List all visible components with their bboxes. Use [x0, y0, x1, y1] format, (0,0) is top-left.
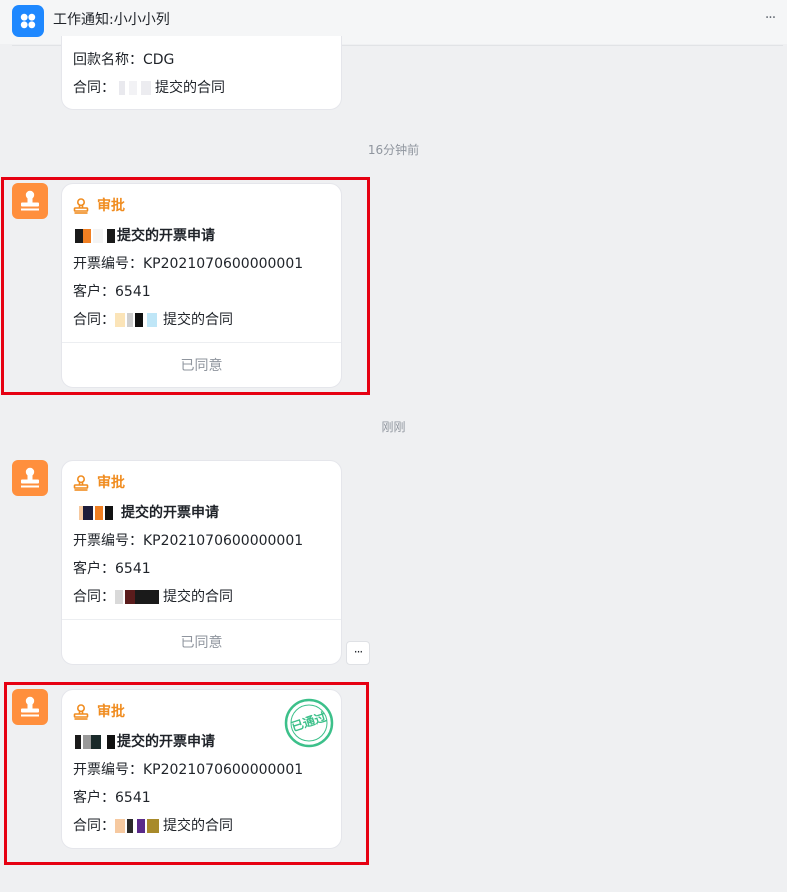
contract-prefix: 合同： — [73, 589, 115, 605]
redacted-name — [73, 506, 121, 520]
approval-tag-label: 审批 — [97, 475, 125, 491]
app-grid-icon[interactable] — [12, 5, 44, 37]
contract-line: 合同： 提交的合同 — [73, 78, 225, 98]
redacted-name — [115, 590, 163, 604]
payment-name: 回款名称：CDG — [73, 52, 175, 68]
request-title-suffix: 提交的开票申请 — [121, 505, 219, 521]
approval-stamp-icon — [21, 467, 39, 488]
redacted-name — [115, 81, 155, 95]
customer: 客户：6541 — [73, 561, 151, 577]
approved-status: 已同意 — [180, 635, 223, 651]
invoice-number: 开票编号：KP2021070600000001 — [73, 533, 304, 549]
contract-suffix: 提交的合同 — [163, 589, 233, 605]
chat-title: 工作通知:小小小列 — [53, 12, 170, 28]
contract-prefix: 合同： — [73, 80, 115, 96]
approval-avatar[interactable] — [12, 460, 48, 496]
stamp-icon — [73, 475, 89, 491]
card-divider — [62, 619, 341, 620]
request-title: 提交的开票申请 — [73, 503, 219, 523]
highlight-box — [4, 682, 369, 865]
contract-suffix: 提交的合同 — [155, 80, 225, 96]
highlight-box — [1, 177, 370, 395]
more-dots-icon[interactable]: ··· — [760, 8, 780, 28]
approval-card[interactable]: 审批 提交的开票申请 开票编号：KP2021070600000001 客户：65… — [61, 460, 342, 665]
app-grid-glyph — [20, 13, 36, 29]
timestamp: 16分钟前 — [367, 143, 420, 157]
timestamp: 刚刚 — [381, 420, 406, 434]
message-more-button[interactable]: ··· — [346, 641, 370, 665]
contract-line: 合同： 提交的合同 — [73, 587, 233, 607]
message-card-partial[interactable]: 回款名称：CDG 合同： 提交的合同 — [61, 36, 342, 110]
